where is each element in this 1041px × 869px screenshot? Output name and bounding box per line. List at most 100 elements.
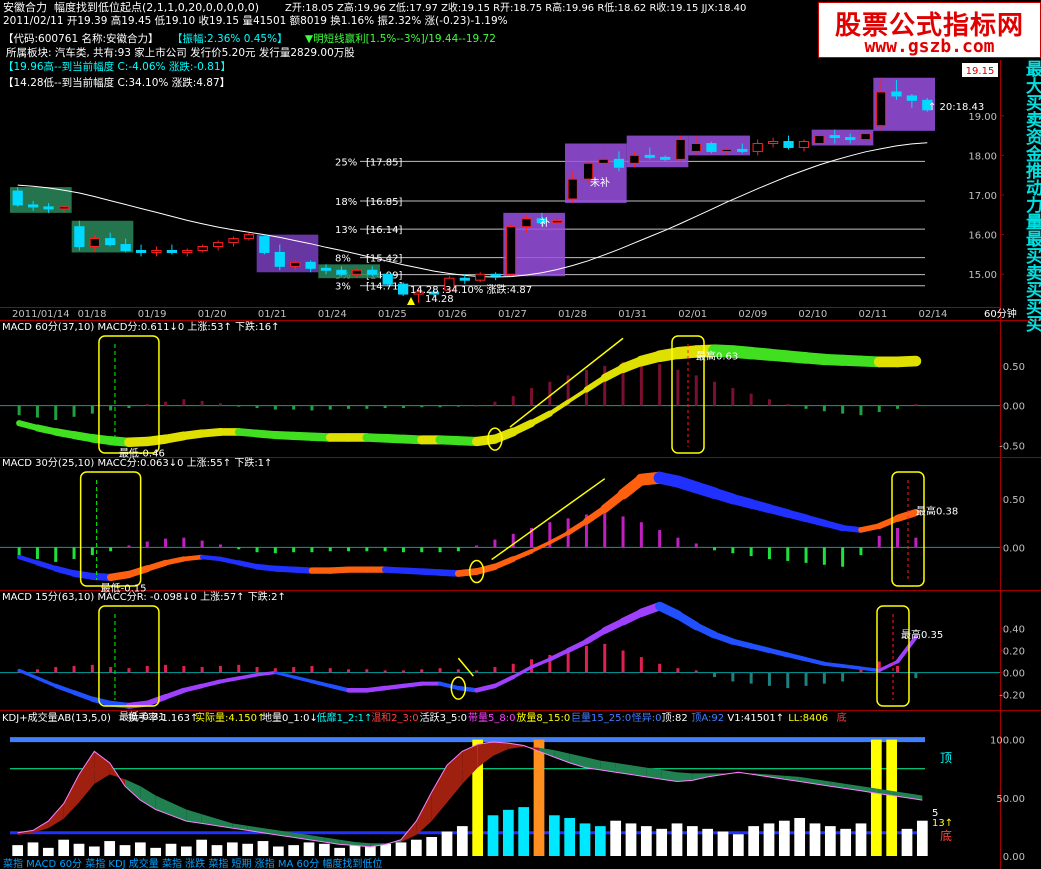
date-label: 01/21 — [258, 309, 287, 320]
macd-hist-bar — [456, 547, 460, 552]
macd-hist-bar — [603, 643, 607, 673]
macd-hist-bar — [731, 672, 735, 682]
candle-body — [690, 143, 702, 152]
candle-body — [367, 269, 378, 275]
volume-bar — [533, 739, 545, 856]
macd-hist-bar — [658, 663, 662, 673]
macd-hist-bar — [713, 547, 717, 551]
candle-body — [398, 283, 409, 295]
macd-hist-bar — [822, 405, 826, 412]
level-price: [16.14] — [366, 225, 403, 236]
kdj-tick-label: 100.00 — [990, 736, 1025, 747]
macd-hist-bar — [273, 405, 277, 410]
macd-hist-bar — [109, 547, 113, 552]
macd-hist-bar — [456, 405, 460, 407]
level-price: [16.85] — [366, 197, 403, 208]
footer-tabs[interactable]: 菜指 MACD 60分 菜指 KDJ 成交量 菜指 涨跌 菜指 短期 涨指 MA… — [3, 857, 382, 869]
macd-hist-bar — [218, 403, 222, 406]
volume-bar — [870, 739, 882, 856]
macd-hist-bar — [35, 669, 39, 673]
volume-bar — [656, 828, 668, 856]
period-label[interactable]: 60分钟 — [984, 307, 1017, 320]
macd-line — [255, 670, 277, 677]
macd-hist-bar — [694, 670, 698, 673]
volume-bar — [257, 841, 269, 856]
volume-bar — [196, 839, 208, 856]
macd-hist-bar — [145, 665, 149, 673]
candle-body — [906, 95, 917, 101]
side-annotation: 最大买卖资金推动力量最买卖买买买 — [1022, 60, 1041, 332]
level-percent: 8% — [335, 254, 351, 265]
macd-hist-bar — [896, 405, 900, 409]
macd-line — [364, 685, 388, 693]
macd-hist-bar — [218, 665, 222, 673]
volume-bar — [58, 839, 70, 856]
date-label: 01/27 — [498, 309, 527, 320]
macd-hist-bar — [54, 547, 58, 562]
volume-bar — [134, 842, 146, 856]
macd-hist-bar — [804, 547, 808, 563]
stock-chart-canvas[interactable]: 安徽合力 幅度找到低位起点(2,1,1,0,20,0,0,0,0,0) Z开:1… — [0, 0, 1041, 869]
macd-hist-bar — [896, 528, 900, 548]
macd-hist-bar — [383, 547, 387, 552]
macd-hist-bar — [566, 650, 570, 673]
macd-line — [401, 681, 424, 688]
kdj-tick-label: 50.00 — [996, 794, 1025, 805]
candle-body — [567, 178, 578, 200]
macd-hist-bar — [438, 668, 442, 673]
macd-hist-bar — [713, 672, 717, 678]
macd-title: MACD 15分(63,10) MACC分R: -0.098↓0 上涨:57↑ … — [2, 590, 286, 603]
candle-body — [259, 236, 270, 253]
macd-hist-bar — [200, 540, 204, 548]
macd-hist-bar — [255, 547, 259, 553]
kdj-stat: 实际量:4.150↑ — [195, 711, 265, 724]
macd-hist-bar — [621, 650, 625, 673]
macd-hist-bar — [328, 547, 332, 552]
macd-hist-bar — [804, 672, 808, 686]
macd-hist-bar — [35, 547, 39, 559]
volume-bar — [518, 807, 530, 856]
macd-hist-bar — [127, 405, 131, 409]
macd-hist-bar — [786, 404, 790, 406]
macd-hist-bar — [658, 364, 662, 406]
macd-hist-bar — [767, 672, 771, 686]
date-label: 02/09 — [738, 309, 767, 320]
macd-hist-bar — [237, 664, 241, 673]
candle-body — [290, 261, 301, 267]
macd-hist-bar — [347, 547, 351, 552]
macd-hist-bar — [676, 369, 680, 406]
macd-hist-bar — [328, 405, 332, 410]
volume-bar — [579, 823, 591, 856]
level-percent: 3% — [335, 282, 351, 293]
candle-body — [12, 190, 23, 206]
macd-hist-bar — [603, 512, 607, 548]
formula-name: 幅度找到低位起点(2,1,1,0,20,0,0,0,0,0) — [54, 0, 259, 14]
level-percent: 25% — [335, 157, 357, 168]
date-label: 02/11 — [858, 309, 887, 320]
kdj-stat: LL:8406 — [788, 713, 828, 724]
macd-hist-bar — [420, 547, 424, 553]
kdj-stat: 地量0_1:0↓ — [262, 711, 318, 724]
volume-bar — [334, 847, 346, 856]
kdj-title: KDJ+成交量AB(13,5,0) — [2, 711, 111, 724]
candle-body — [768, 141, 779, 145]
volume-bar — [226, 842, 238, 856]
candle-body — [182, 249, 193, 253]
macd-line — [199, 554, 223, 562]
volume-bar — [150, 847, 162, 856]
macd-hist-bar — [493, 667, 497, 673]
candle-body — [74, 226, 85, 248]
candle-body — [598, 158, 609, 164]
macd-hist-bar — [72, 547, 76, 559]
candle-body — [552, 220, 563, 224]
macd-tick-label: -0.50 — [999, 441, 1025, 452]
macd-hist-bar — [292, 667, 296, 673]
candle-body — [166, 249, 177, 253]
volume-bar — [165, 843, 177, 856]
low-price-label: 14.28 — [425, 294, 454, 305]
macd-hist-bar — [584, 646, 588, 673]
candle-body — [644, 154, 655, 158]
kdj-stat: 带量5_8:0 — [468, 712, 515, 724]
candle-body — [213, 242, 224, 248]
macd-hist-bar — [54, 667, 58, 673]
